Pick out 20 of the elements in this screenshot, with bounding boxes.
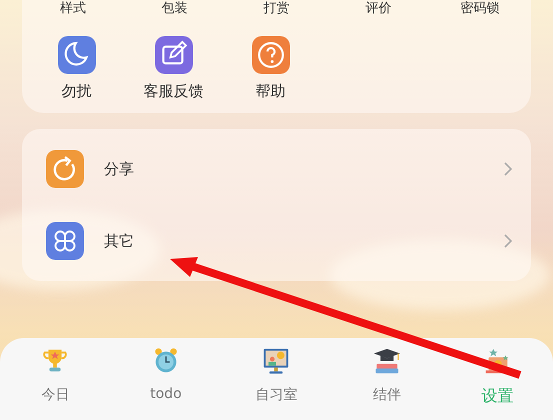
feature-label[interactable]: 客服反馈 <box>144 82 204 101</box>
feature-label[interactable]: 勿扰 <box>62 82 92 101</box>
tab[interactable]: 自习室 <box>221 338 332 420</box>
feature-label[interactable]: 帮助 <box>256 82 286 101</box>
edit-icon[interactable] <box>154 36 192 74</box>
list-item[interactable]: 其它 <box>104 232 483 250</box>
tab[interactable]: todo <box>110 338 222 420</box>
feature-label[interactable]: 密码锁 <box>429 1 531 17</box>
tab[interactable]: 今日 <box>0 338 111 420</box>
chevron-right-icon <box>503 233 513 249</box>
moon-icon[interactable] <box>58 36 96 74</box>
feature-label[interactable]: 评价 <box>327 1 430 17</box>
feature-label[interactable]: 包装 <box>124 1 226 17</box>
books-with-cap-icon <box>372 346 402 376</box>
list-item[interactable]: 分享 <box>104 160 483 178</box>
help-icon[interactable] <box>252 36 290 74</box>
tab[interactable]: 结伴 <box>332 338 442 420</box>
chevron-right-icon <box>503 161 513 177</box>
feature-label[interactable]: 打赏 <box>226 1 328 17</box>
feature-label[interactable]: 样式 <box>22 1 124 17</box>
